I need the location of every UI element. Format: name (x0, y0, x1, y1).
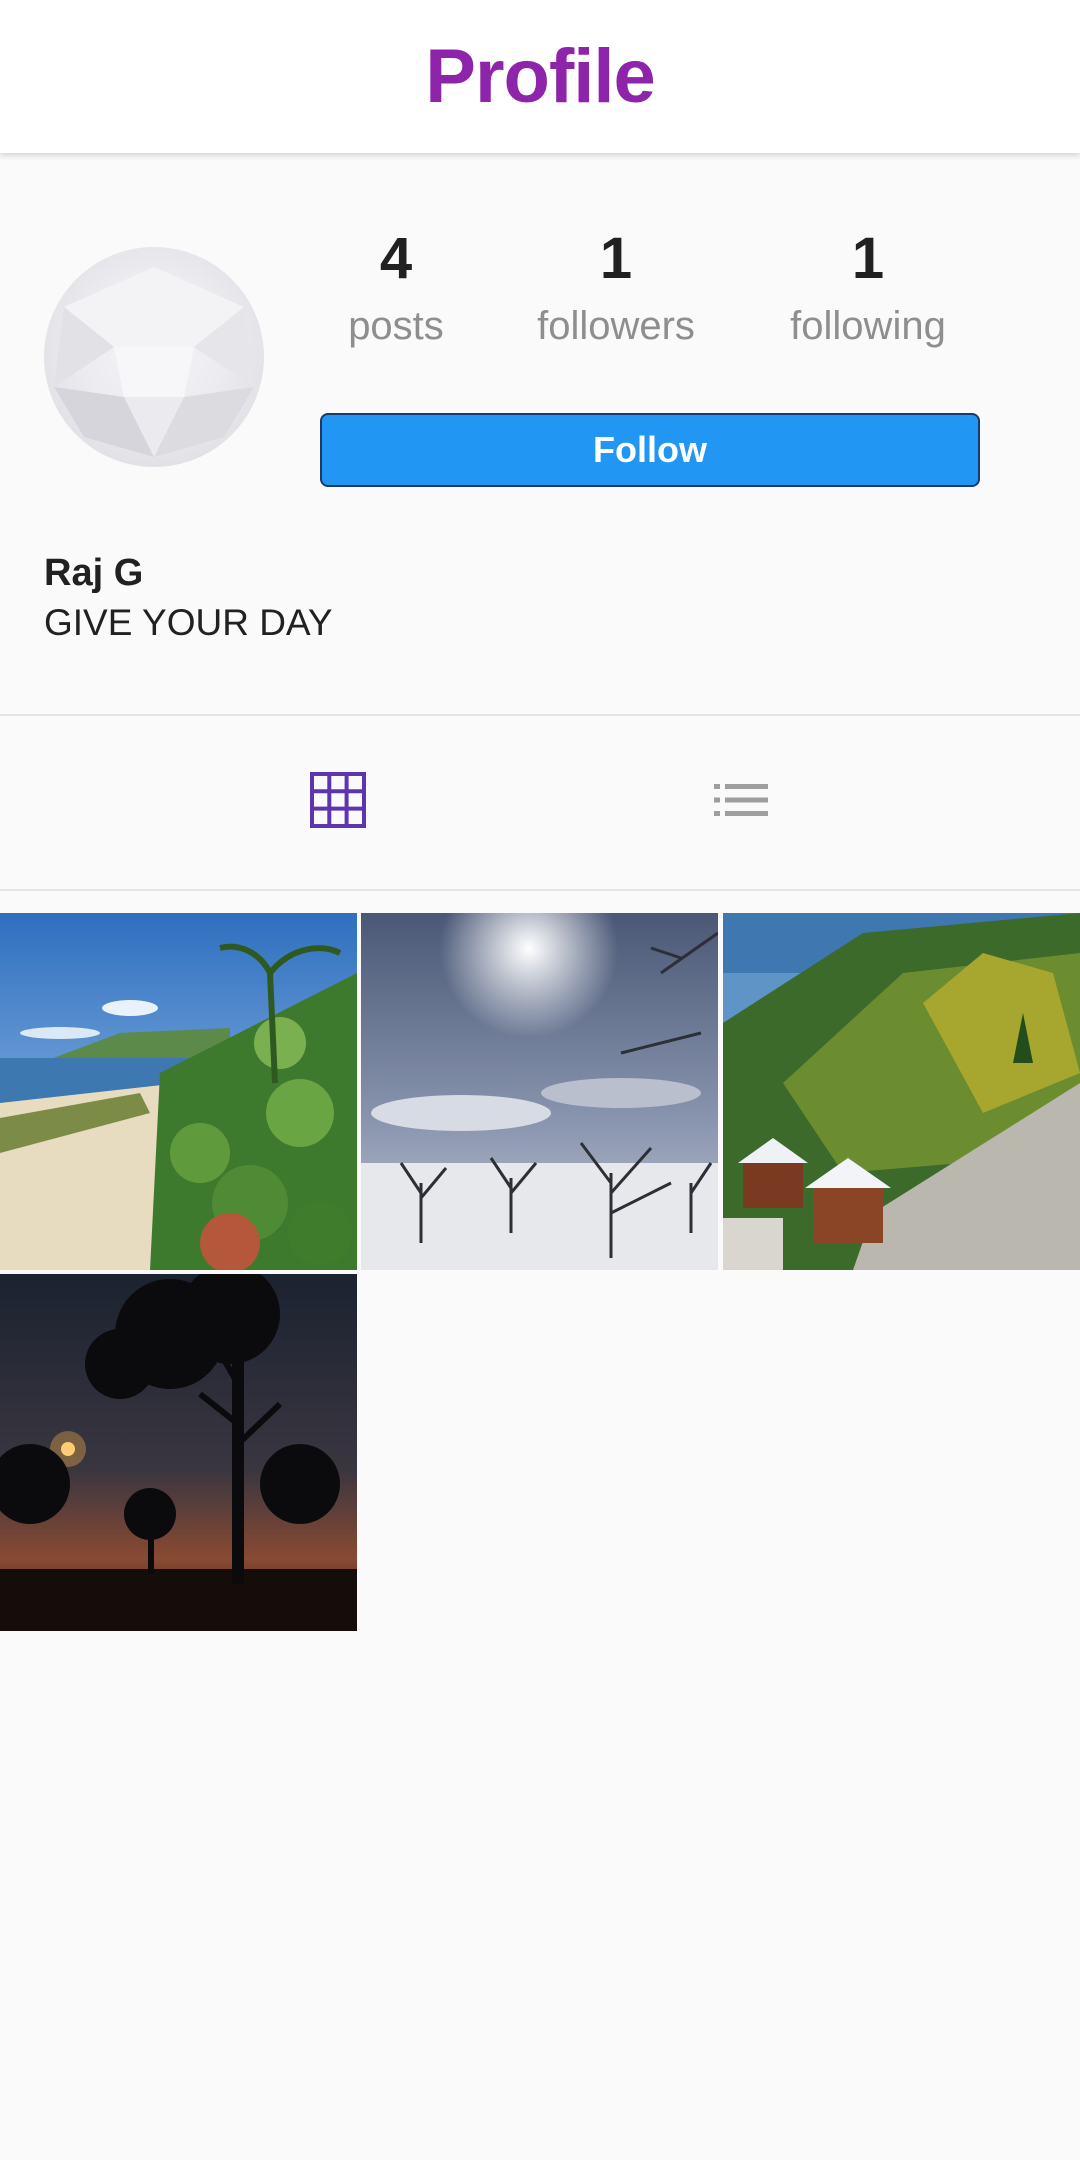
list-icon (714, 784, 768, 816)
app-bar: Profile (0, 0, 1080, 153)
following-count-value: 1 (851, 226, 885, 291)
post-thumbnail-mountain-village[interactable] (723, 913, 1080, 1270)
follow-button[interactable]: Follow (320, 413, 980, 487)
posts-count-label: posts (348, 304, 444, 348)
following-count-label: following (790, 304, 946, 348)
grid-icon (310, 772, 366, 828)
followers-count-value: 1 (599, 226, 633, 291)
avatar[interactable] (44, 247, 264, 467)
post-thumbnail-snow-orchard[interactable] (361, 913, 718, 1270)
following-count[interactable]: 1 following (758, 222, 978, 354)
tab-grid-view[interactable] (298, 760, 378, 840)
posts-count-value: 4 (379, 226, 413, 291)
posts-count[interactable]: 4 posts (286, 222, 506, 354)
profile-bio: GIVE YOUR DAY (44, 602, 333, 643)
tab-list-view[interactable] (701, 760, 781, 840)
followers-count[interactable]: 1 followers (506, 222, 726, 354)
post-thumbnail-sunset-trees[interactable] (0, 1274, 357, 1631)
followers-count-label: followers (537, 304, 695, 348)
divider-bottom (0, 889, 1080, 891)
divider-top (0, 714, 1080, 716)
profile-name: Raj G (44, 552, 144, 594)
avatar-placeholder-icon (54, 267, 254, 457)
page-title: Profile (425, 34, 655, 119)
post-thumbnail-beach[interactable] (0, 913, 357, 1270)
